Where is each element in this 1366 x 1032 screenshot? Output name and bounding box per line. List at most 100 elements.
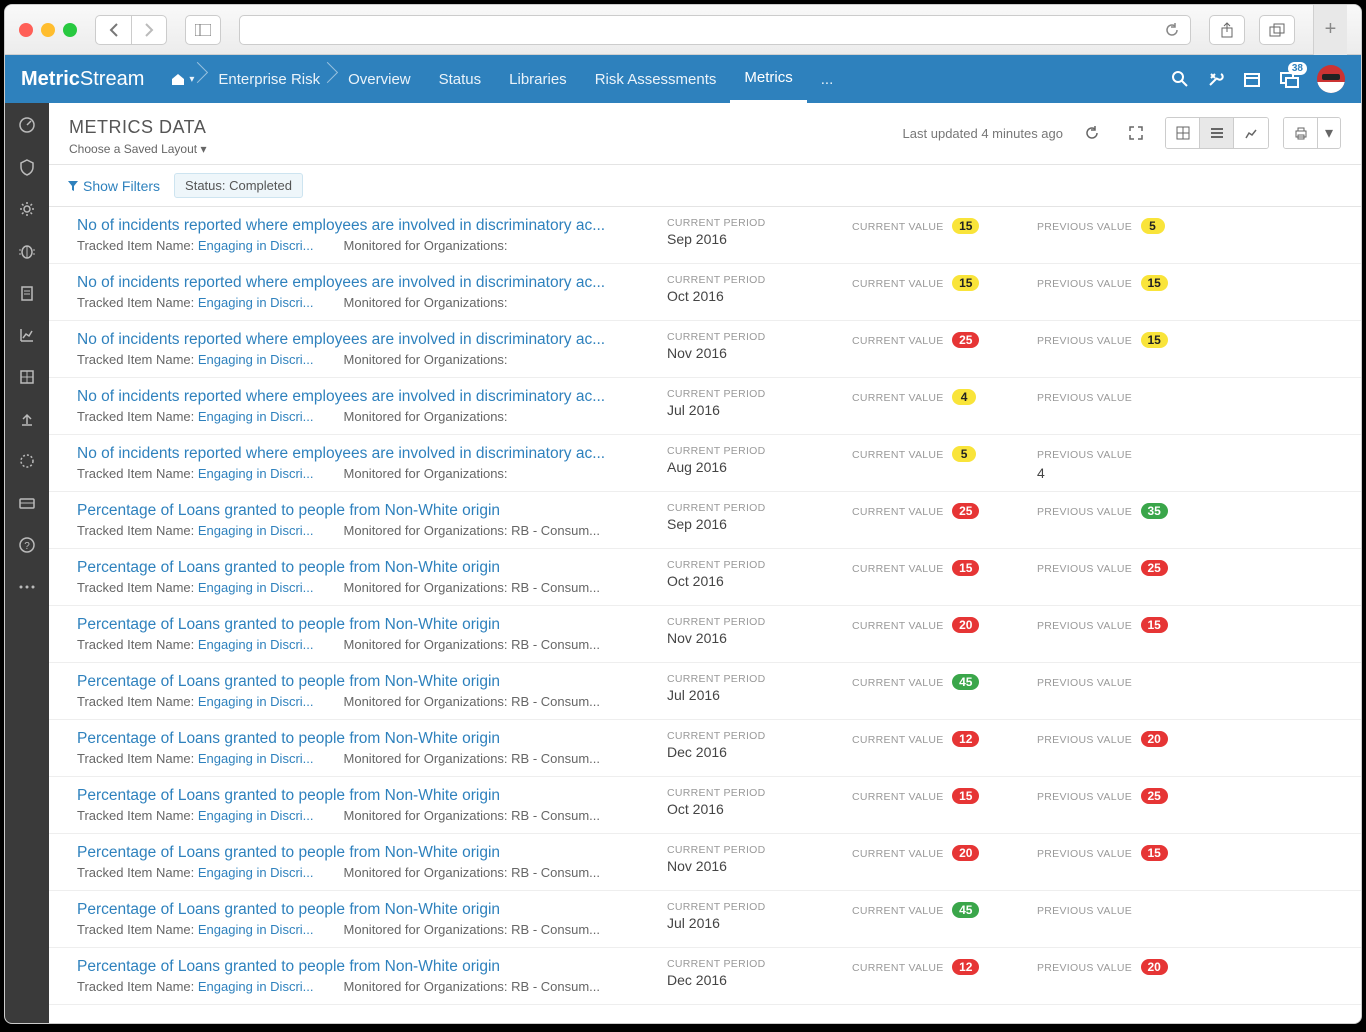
crumb-overview[interactable]: Overview xyxy=(334,55,425,103)
tracked-item-link[interactable]: Engaging in Discri... xyxy=(198,751,314,766)
refresh-button[interactable] xyxy=(1077,118,1107,148)
forward-button[interactable] xyxy=(131,15,167,45)
window-minimize-icon[interactable] xyxy=(41,23,55,37)
metric-title-link[interactable]: Percentage of Loans granted to people fr… xyxy=(77,844,647,862)
gauge-icon[interactable] xyxy=(17,115,37,135)
crumb-metrics[interactable]: Metrics xyxy=(730,55,806,103)
expand-button[interactable] xyxy=(1121,118,1151,148)
current-value-pill: 15 xyxy=(952,560,979,576)
current-value-pill: 15 xyxy=(952,275,979,291)
saved-layout-dropdown[interactable]: Choose a Saved Layout ▾ xyxy=(69,142,206,156)
crumb-status[interactable]: Status xyxy=(425,55,496,103)
crumb-enterprise-risk[interactable]: Enterprise Risk xyxy=(204,55,334,103)
tracked-item-link[interactable]: Engaging in Discri... xyxy=(198,352,314,367)
metric-title-link[interactable]: No of incidents reported where employees… xyxy=(77,331,647,349)
help-icon[interactable]: ? xyxy=(17,535,37,555)
gear-icon[interactable] xyxy=(17,199,37,219)
shield-icon[interactable] xyxy=(17,157,37,177)
tracked-item-link[interactable]: Engaging in Discri... xyxy=(198,808,314,823)
metric-title-link[interactable]: Percentage of Loans granted to people fr… xyxy=(77,616,647,634)
crumb-libraries[interactable]: Libraries xyxy=(495,55,581,103)
current-value-pill: 25 xyxy=(952,503,979,519)
tabs-button[interactable] xyxy=(1259,15,1295,45)
grid-icon[interactable] xyxy=(17,367,37,387)
metric-title-link[interactable]: No of incidents reported where employees… xyxy=(77,217,647,235)
monitored-org: Monitored for Organizations: xyxy=(344,352,508,367)
reload-icon[interactable] xyxy=(1164,22,1180,38)
home-crumb[interactable]: ▾ xyxy=(164,55,204,103)
tracked-item: Tracked Item Name: Engaging in Discri... xyxy=(77,865,314,880)
sidebar-toggle-button[interactable] xyxy=(185,15,221,45)
tracked-item-link[interactable]: Engaging in Discri... xyxy=(198,466,314,481)
left-sidebar: ? xyxy=(5,103,49,1023)
window-close-icon[interactable] xyxy=(19,23,33,37)
share-button[interactable] xyxy=(1209,15,1245,45)
period-label: CURRENT PERIOD xyxy=(667,217,852,229)
metric-title-link[interactable]: Percentage of Loans granted to people fr… xyxy=(77,901,647,919)
metric-title-link[interactable]: Percentage of Loans granted to people fr… xyxy=(77,502,647,520)
tracked-item-link[interactable]: Engaging in Discri... xyxy=(198,409,314,424)
filter-chip-status[interactable]: Status: Completed xyxy=(174,173,303,198)
current-value-pill: 20 xyxy=(952,617,979,633)
back-button[interactable] xyxy=(95,15,131,45)
new-tab-button[interactable]: + xyxy=(1313,5,1347,55)
current-label: CURRENT VALUE xyxy=(852,221,944,233)
search-icon[interactable] xyxy=(1171,70,1189,88)
monitored-org: Monitored for Organizations: RB - Consum… xyxy=(344,808,601,823)
previous-value-pill: 20 xyxy=(1141,731,1168,747)
metric-title-link[interactable]: Percentage of Loans granted to people fr… xyxy=(77,958,647,976)
user-avatar[interactable] xyxy=(1317,65,1345,93)
tracked-item-link[interactable]: Engaging in Discri... xyxy=(198,637,314,652)
period-value: Dec 2016 xyxy=(667,744,852,760)
tracked-item-link[interactable]: Engaging in Discri... xyxy=(198,295,314,310)
print-dropdown[interactable]: ▾ xyxy=(1318,118,1340,148)
metric-title-link[interactable]: Percentage of Loans granted to people fr… xyxy=(77,559,647,577)
tracked-item-link[interactable]: Engaging in Discri... xyxy=(198,922,314,937)
card-icon[interactable] xyxy=(17,493,37,513)
tracked-item-link[interactable]: Engaging in Discri... xyxy=(198,694,314,709)
target-icon[interactable] xyxy=(17,451,37,471)
tracked-item: Tracked Item Name: Engaging in Discri... xyxy=(77,979,314,994)
tracked-item-link[interactable]: Engaging in Discri... xyxy=(198,523,314,538)
metric-row: No of incidents reported where employees… xyxy=(49,435,1361,492)
metric-row: No of incidents reported where employees… xyxy=(49,207,1361,264)
upload-icon[interactable] xyxy=(17,409,37,429)
bug-icon[interactable] xyxy=(17,241,37,261)
view-chart-button[interactable] xyxy=(1234,118,1268,148)
tracked-item-link[interactable]: Engaging in Discri... xyxy=(198,865,314,880)
previous-value-pill: 15 xyxy=(1141,617,1168,633)
notifications-icon[interactable]: 38 xyxy=(1279,70,1299,88)
crumb-risk-assessments[interactable]: Risk Assessments xyxy=(581,55,731,103)
period-value: Sep 2016 xyxy=(667,231,852,247)
metric-title-link[interactable]: No of incidents reported where employees… xyxy=(77,274,647,292)
calendar-icon[interactable] xyxy=(1243,70,1261,88)
metric-row: Percentage of Loans granted to people fr… xyxy=(49,948,1361,1005)
tools-icon[interactable] xyxy=(1207,70,1225,88)
window-maximize-icon[interactable] xyxy=(63,23,77,37)
metric-title-link[interactable]: Percentage of Loans granted to people fr… xyxy=(77,730,647,748)
current-label: CURRENT VALUE xyxy=(852,905,944,917)
current-value-pill: 4 xyxy=(952,389,976,405)
clipboard-icon[interactable] xyxy=(17,283,37,303)
metric-title-link[interactable]: Percentage of Loans granted to people fr… xyxy=(77,673,647,691)
tracked-item: Tracked Item Name: Engaging in Discri... xyxy=(77,808,314,823)
tracked-item-link[interactable]: Engaging in Discri... xyxy=(198,580,314,595)
tracked-item-link[interactable]: Engaging in Discri... xyxy=(198,979,314,994)
metric-row: No of incidents reported where employees… xyxy=(49,321,1361,378)
view-list-button[interactable] xyxy=(1200,118,1234,148)
view-grid-button[interactable] xyxy=(1166,118,1200,148)
app-logo[interactable]: MetricStream xyxy=(21,68,144,91)
metric-title-link[interactable]: Percentage of Loans granted to people fr… xyxy=(77,787,647,805)
chart-icon[interactable] xyxy=(17,325,37,345)
previous-label: PREVIOUS VALUE xyxy=(1037,563,1132,575)
crumb-more[interactable]: ... xyxy=(807,55,848,103)
print-button[interactable] xyxy=(1284,118,1318,148)
monitored-org: Monitored for Organizations: RB - Consum… xyxy=(344,523,601,538)
metrics-list: No of incidents reported where employees… xyxy=(49,207,1361,1023)
more-icon[interactable] xyxy=(17,577,37,597)
metric-title-link[interactable]: No of incidents reported where employees… xyxy=(77,388,647,406)
address-bar[interactable] xyxy=(239,15,1191,45)
show-filters-button[interactable]: Show Filters xyxy=(67,178,160,194)
metric-title-link[interactable]: No of incidents reported where employees… xyxy=(77,445,647,463)
tracked-item-link[interactable]: Engaging in Discri... xyxy=(198,238,314,253)
